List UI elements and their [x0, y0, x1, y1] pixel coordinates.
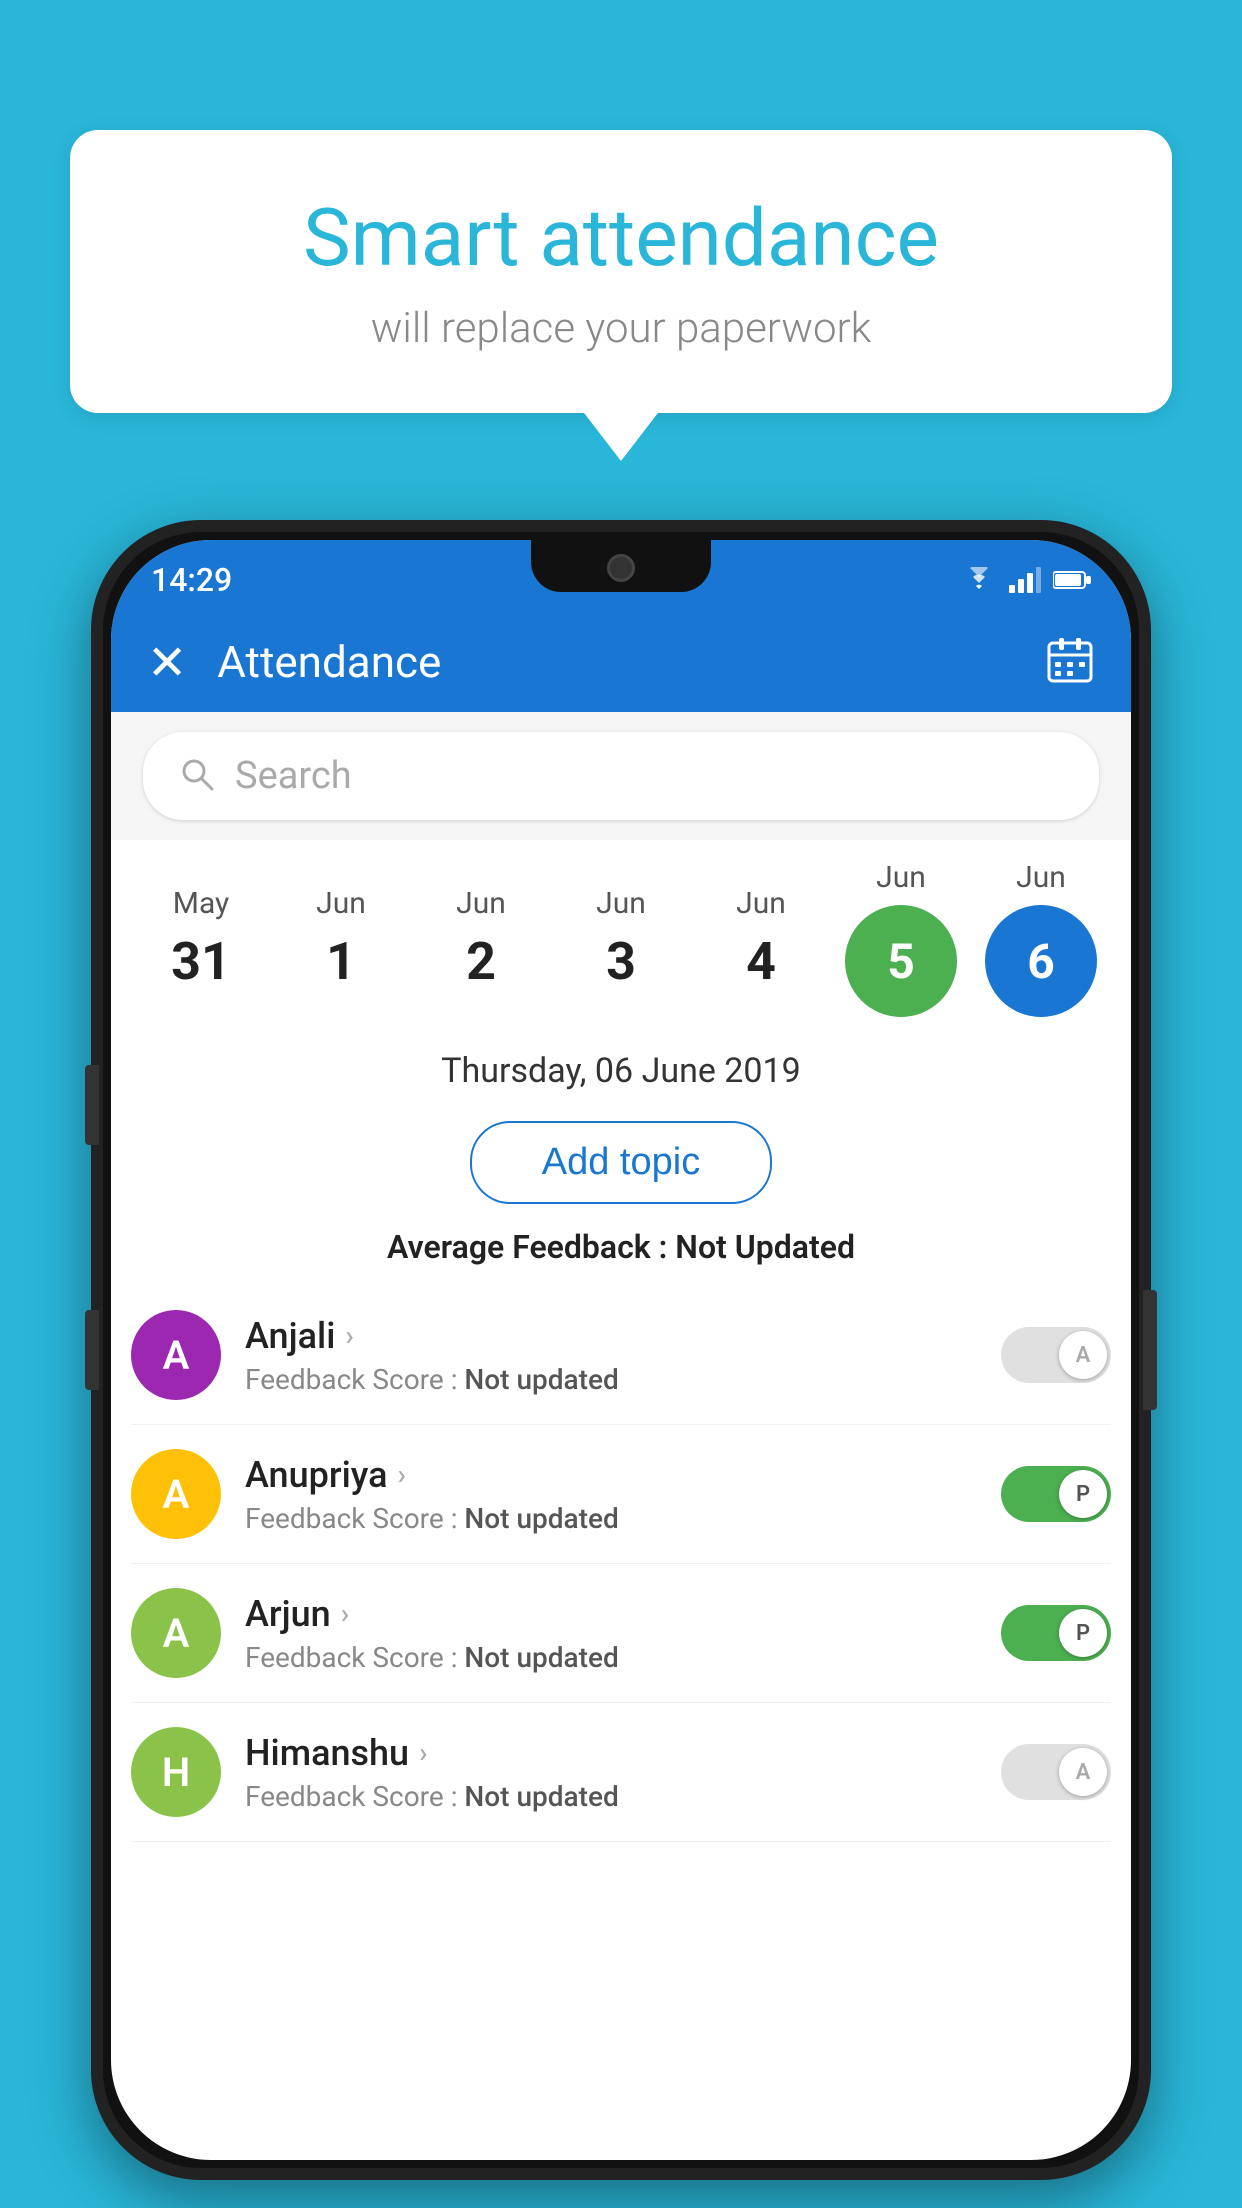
date-circle-jun5: 5 [845, 905, 957, 1017]
signal-icon [1009, 567, 1041, 593]
add-topic-button[interactable]: Add topic [470, 1121, 772, 1204]
chevron-anupriya: › [398, 1458, 406, 1491]
avatar-anjali: A [131, 1310, 221, 1400]
date-col-jun5[interactable]: Jun 5 [841, 860, 961, 1017]
day-jun2: 2 [466, 931, 496, 992]
student-info-anjali: Anjali › Feedback Score : Not updated [245, 1315, 977, 1396]
battery-icon [1053, 570, 1091, 590]
month-jun5: Jun [876, 860, 926, 895]
feedback-anjali: Feedback Score : Not updated [245, 1363, 977, 1396]
avg-feedback-label: Average Feedback : [387, 1228, 667, 1266]
search-placeholder: Search [235, 754, 352, 798]
avg-feedback: Average Feedback : Not Updated [111, 1218, 1131, 1286]
chevron-anjali: › [345, 1319, 353, 1352]
bubble-title: Smart attendance [150, 190, 1092, 286]
month-jun3: Jun [596, 886, 646, 921]
avatar-arjun: A [131, 1588, 221, 1678]
speech-bubble-container: Smart attendance will replace your paper… [70, 130, 1172, 413]
date-col-jun6[interactable]: Jun 6 [981, 860, 1101, 1017]
add-topic-container: Add topic [111, 1107, 1131, 1218]
toggle-circle-himanshu: A [1059, 1748, 1107, 1796]
search-icon [179, 756, 215, 796]
month-may31: May [173, 886, 229, 921]
power-button [1143, 1290, 1157, 1410]
date-circle-jun6: 6 [985, 905, 1097, 1017]
day-jun3: 3 [606, 931, 636, 992]
volume-down-button [85, 1310, 99, 1390]
month-jun2: Jun [456, 886, 506, 921]
student-info-himanshu: Himanshu › Feedback Score : Not updated [245, 1732, 977, 1813]
student-list: A Anjali › Feedback Score : Not updated … [111, 1286, 1131, 1842]
status-icons [961, 567, 1091, 593]
toggle-anjali[interactable]: A [1001, 1327, 1111, 1383]
student-name-anjali: Anjali › [245, 1315, 977, 1357]
selected-date: Thursday, 06 June 2019 [131, 1051, 1111, 1091]
student-info-arjun: Arjun › Feedback Score : Not updated [245, 1593, 977, 1674]
student-item-arjun[interactable]: A Arjun › Feedback Score : Not updated P [131, 1564, 1111, 1703]
app-title: Attendance [217, 636, 1015, 688]
student-item-himanshu[interactable]: H Himanshu › Feedback Score : Not update… [131, 1703, 1111, 1842]
bubble-subtitle: will replace your paperwork [150, 304, 1092, 353]
student-info-anupriya: Anupriya › Feedback Score : Not updated [245, 1454, 977, 1535]
wifi-icon [961, 567, 997, 593]
toggle-anupriya[interactable]: P [1001, 1466, 1111, 1522]
feedback-himanshu: Feedback Score : Not updated [245, 1780, 977, 1813]
chevron-himanshu: › [419, 1736, 427, 1769]
date-col-jun1[interactable]: Jun 1 [281, 886, 401, 992]
phone-container: 14:29 [91, 520, 1151, 2180]
day-jun1: 1 [326, 931, 356, 992]
phone-screen: 14:29 [111, 540, 1131, 2160]
toggle-circle-arjun: P [1059, 1609, 1107, 1657]
month-jun6: Jun [1016, 860, 1066, 895]
day-jun5: 5 [887, 933, 915, 990]
date-strip: May 31 Jun 1 Jun 2 Jun 3 [111, 840, 1131, 1027]
student-item-anjali[interactable]: A Anjali › Feedback Score : Not updated … [131, 1286, 1111, 1425]
phone-body: 14:29 [91, 520, 1151, 2180]
day-may31: 31 [171, 931, 231, 992]
status-time: 14:29 [151, 561, 232, 599]
toggle-arjun[interactable]: P [1001, 1605, 1111, 1661]
avg-feedback-value: Not Updated [675, 1228, 855, 1266]
feedback-arjun: Feedback Score : Not updated [245, 1641, 977, 1674]
month-jun4: Jun [736, 886, 786, 921]
speech-bubble: Smart attendance will replace your paper… [70, 130, 1172, 413]
search-container: Search [111, 712, 1131, 840]
app-bar: ✕ Attendance [111, 612, 1131, 712]
toggle-himanshu[interactable]: A [1001, 1744, 1111, 1800]
chevron-arjun: › [341, 1597, 349, 1630]
toggle-circle-anupriya: P [1059, 1470, 1107, 1518]
date-info: Thursday, 06 June 2019 [111, 1027, 1131, 1107]
search-bar[interactable]: Search [143, 732, 1099, 820]
student-name-himanshu: Himanshu › [245, 1732, 977, 1774]
day-jun4: 4 [746, 931, 776, 992]
calendar-icon [1045, 635, 1095, 685]
phone-notch [531, 540, 711, 592]
student-item-anupriya[interactable]: A Anupriya › Feedback Score : Not update… [131, 1425, 1111, 1564]
avatar-anupriya: A [131, 1449, 221, 1539]
avatar-himanshu: H [131, 1727, 221, 1817]
date-col-jun3[interactable]: Jun 3 [561, 886, 681, 992]
volume-up-button [85, 1065, 99, 1145]
front-camera [607, 554, 635, 582]
toggle-circle-anjali: A [1059, 1331, 1107, 1379]
month-jun1: Jun [316, 886, 366, 921]
day-jun6: 6 [1027, 933, 1055, 990]
date-col-jun4[interactable]: Jun 4 [701, 886, 821, 992]
calendar-button[interactable] [1045, 635, 1095, 689]
date-col-may31[interactable]: May 31 [141, 886, 261, 992]
close-button[interactable]: ✕ [147, 634, 187, 691]
student-name-anupriya: Anupriya › [245, 1454, 977, 1496]
student-name-arjun: Arjun › [245, 1593, 977, 1635]
feedback-anupriya: Feedback Score : Not updated [245, 1502, 977, 1535]
date-col-jun2[interactable]: Jun 2 [421, 886, 541, 992]
